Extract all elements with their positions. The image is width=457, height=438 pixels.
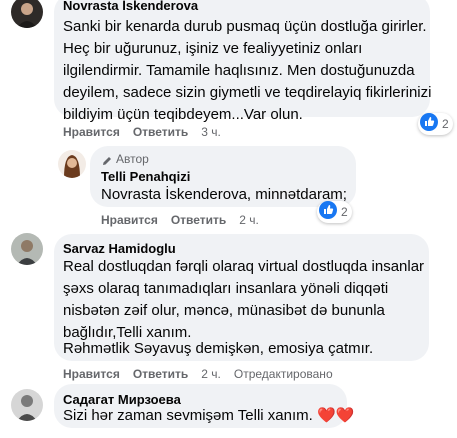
like-button[interactable]: Нравится xyxy=(63,125,120,139)
comment-author[interactable]: Telli Penahqizi xyxy=(101,169,190,184)
comment-author[interactable]: Sarvaz Hamidoglu xyxy=(63,241,176,256)
reply-button[interactable]: Ответить xyxy=(171,213,226,227)
comment-text-line: Sizi hər zaman sevmişəm Telli xanım. ❤️❤… xyxy=(63,405,354,427)
avatar-sadagat[interactable] xyxy=(11,389,43,421)
avatar-sarvaz[interactable] xyxy=(11,233,43,265)
comment-text-line: deyilem, sadece sizin giymetli ve teqdir… xyxy=(63,84,432,101)
comment-text-line: Heç bir uğurunuz, işiniz ve fealiyyetini… xyxy=(63,40,363,57)
comment-text-line: Real dostluqdan fərqli olaraq virtual do… xyxy=(63,258,425,275)
timestamp[interactable]: 3 ч. xyxy=(201,125,221,139)
timestamp[interactable]: 2 ч. xyxy=(201,367,221,381)
comment-text-line: ilgilendirmir. Tamamile haqlısınız. Men … xyxy=(63,62,415,79)
comment-actions: Нравится Ответить 3 ч. xyxy=(63,125,221,139)
like-icon xyxy=(420,112,438,136)
heart-emoji-icons: ❤️❤️ xyxy=(316,407,355,424)
timestamp[interactable]: 2 ч. xyxy=(239,213,259,227)
reply-button[interactable]: Ответить xyxy=(133,125,188,139)
reaction-summary[interactable]: 2 xyxy=(418,112,453,136)
like-button[interactable]: Нравится xyxy=(101,213,158,227)
reaction-summary[interactable]: 2 xyxy=(317,200,352,224)
like-icon xyxy=(319,200,337,224)
comment-text-line: Sanki bir kenarda durub pusmaq üçün dost… xyxy=(63,18,427,35)
like-button[interactable]: Нравится xyxy=(63,367,120,381)
edited-label[interactable]: Отредактировано xyxy=(234,367,333,381)
comment-author[interactable]: Novrasta İskenderova xyxy=(63,0,198,13)
author-badge: Автор xyxy=(116,152,149,166)
comment-text-line: şəxs olaraq tanımadıqları insanlara yönə… xyxy=(63,280,389,297)
comment-text-line: nisbətən zəif olur, məncə, münasibət də … xyxy=(63,302,385,319)
comment-text-line: Rəhmətlik Səyavuş demişkən, emosiya çatm… xyxy=(63,340,374,357)
comment-text-line: bildiyim üçün teqibdeyem...Var olun. xyxy=(63,106,303,123)
comment-text-line: Novrasta İskenderova, minnətdaram; xyxy=(101,186,347,203)
comment-actions: Нравится Ответить 2 ч. xyxy=(101,213,259,227)
comment-text: Sizi hər zaman sevmişəm Telli xanım. xyxy=(63,407,313,424)
reaction-count: 2 xyxy=(442,117,449,131)
comment-actions: Нравится Ответить 2 ч. Отредактировано xyxy=(63,367,333,381)
avatar-novrasta[interactable] xyxy=(11,0,43,28)
avatar-telli[interactable] xyxy=(58,150,86,178)
reaction-count: 2 xyxy=(341,205,348,219)
reply-button[interactable]: Ответить xyxy=(133,367,188,381)
